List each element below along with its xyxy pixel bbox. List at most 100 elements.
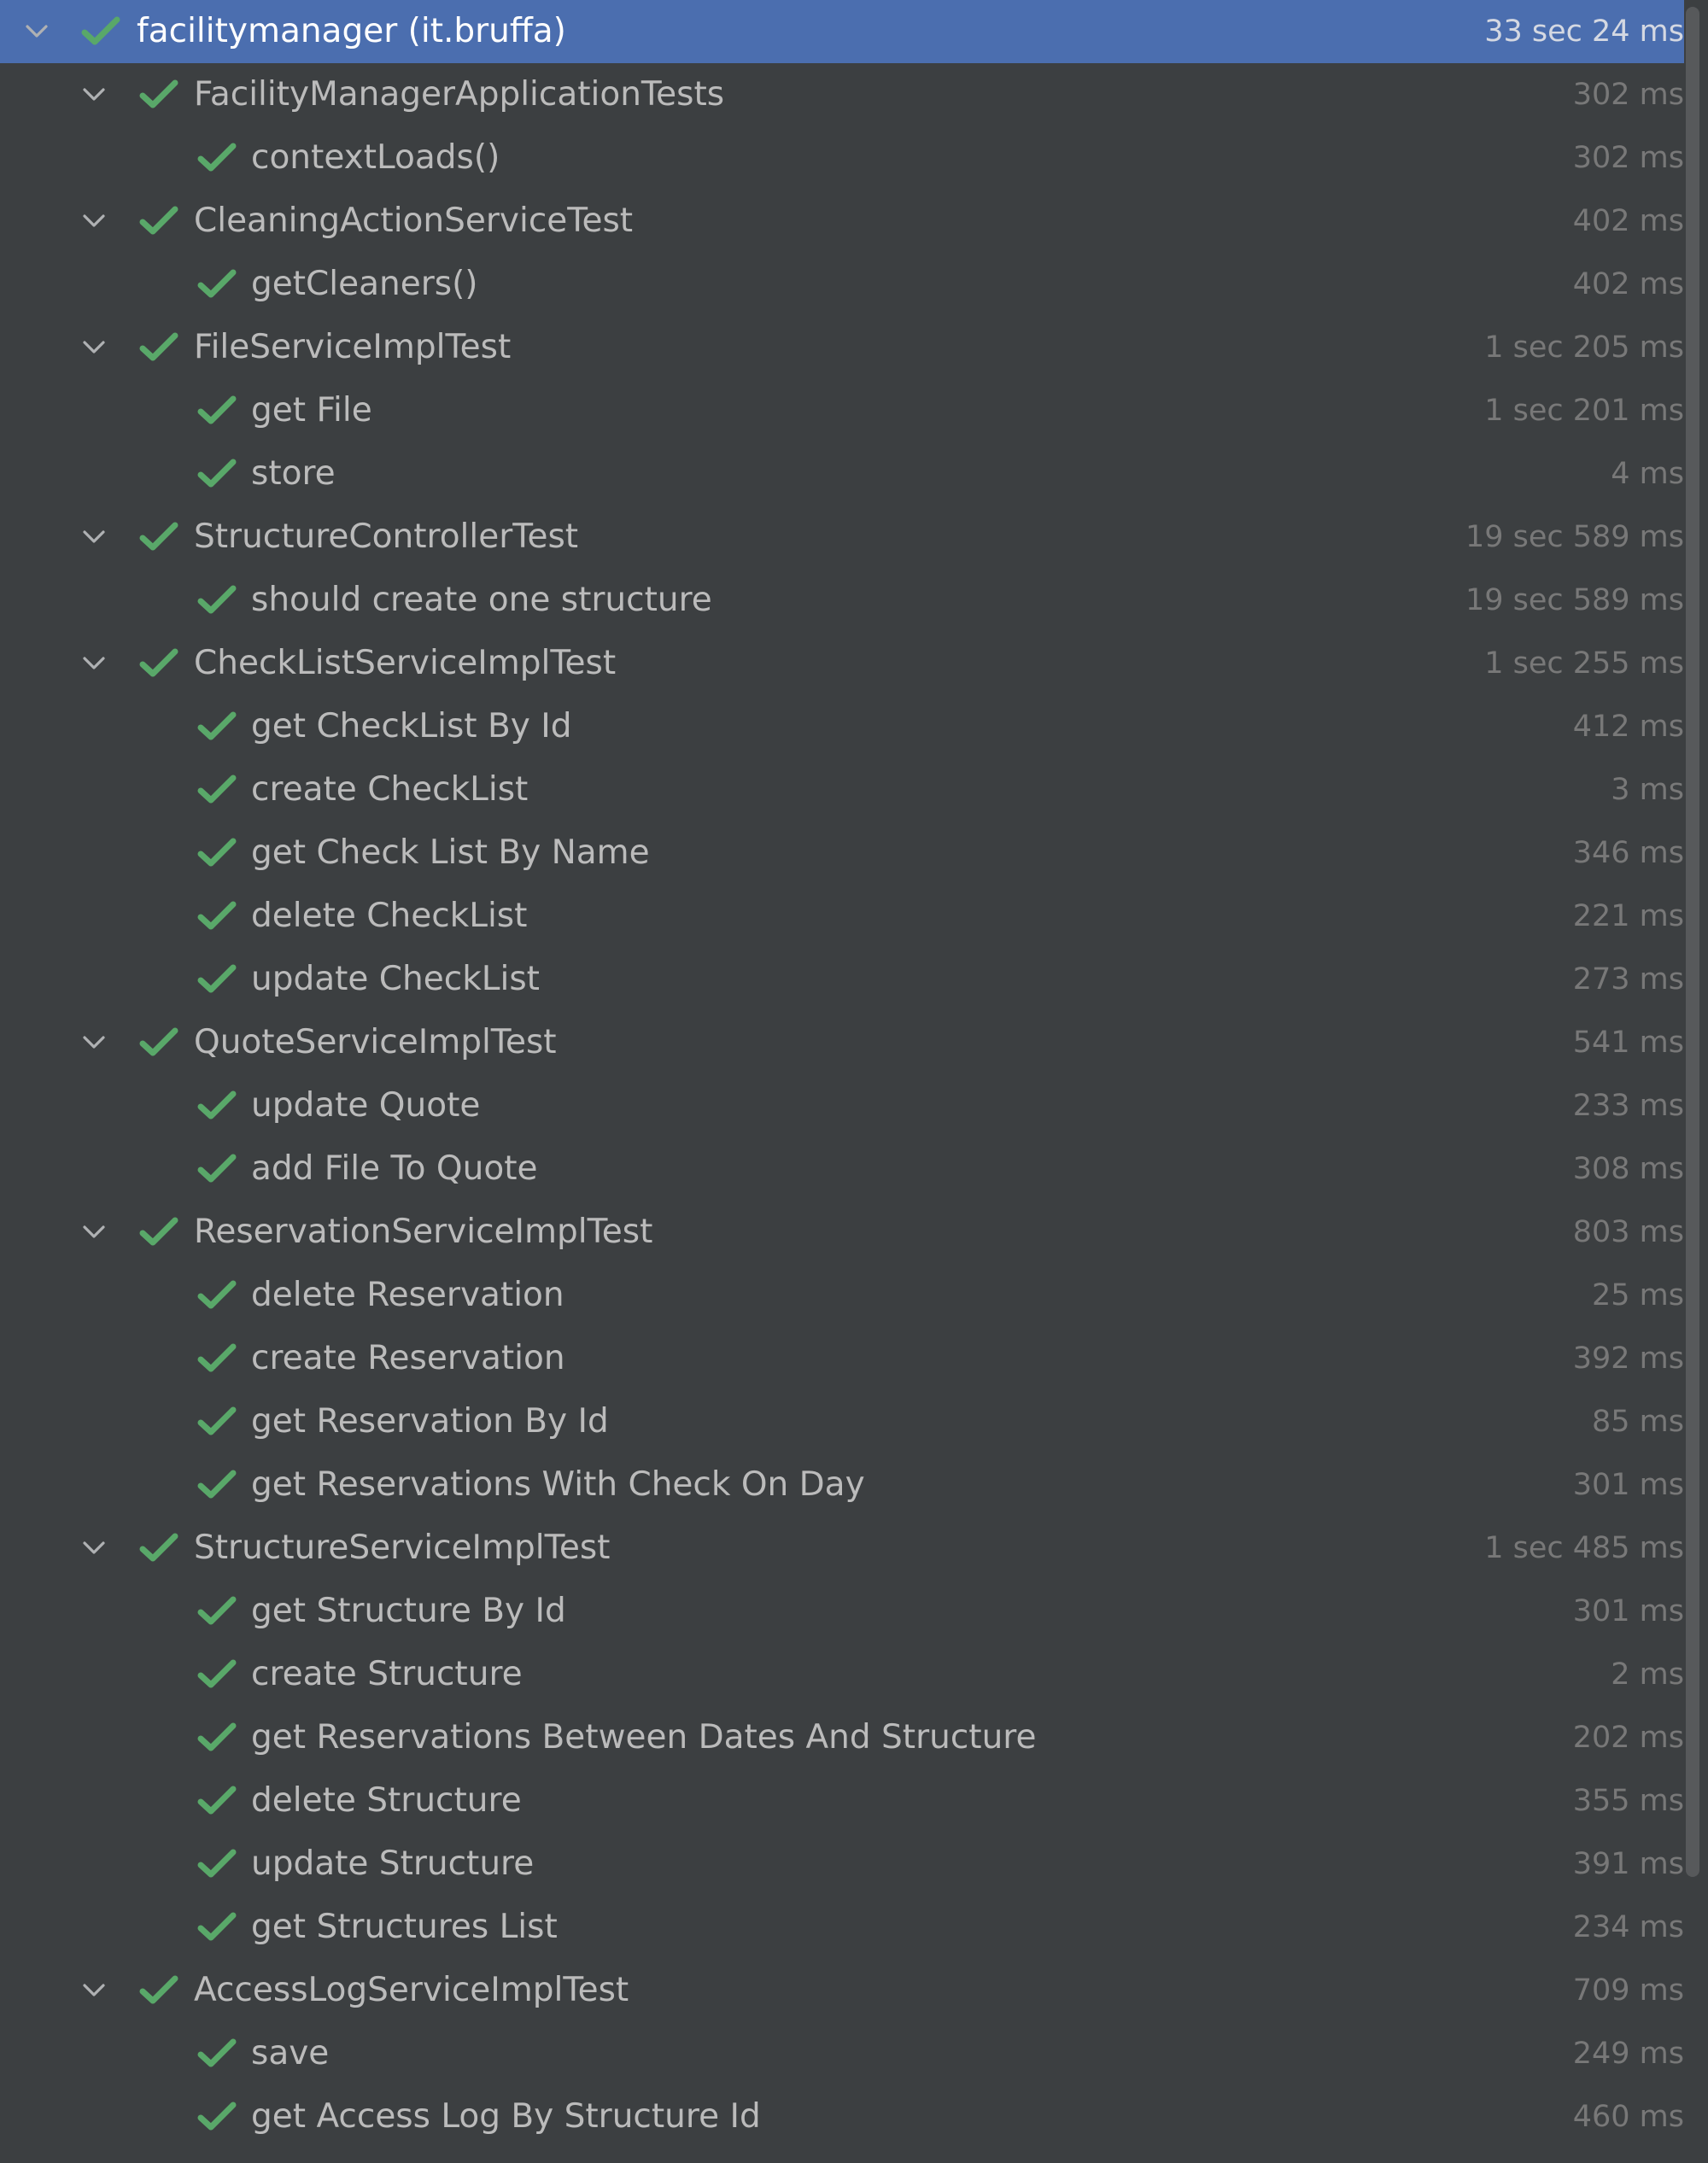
test-duration: 301 ms xyxy=(1572,1468,1684,1502)
test-method-row[interactable]: contextLoads() 302 ms xyxy=(0,126,1684,190)
test-name: CleaningActionServiceTest xyxy=(194,202,634,240)
test-method-row[interactable]: create CheckList 3 ms xyxy=(0,758,1684,821)
check-icon xyxy=(196,1657,237,1692)
test-method-row[interactable]: store 4 ms xyxy=(0,442,1684,506)
chevron-down-icon[interactable] xyxy=(76,330,112,365)
chevron-down-icon[interactable] xyxy=(19,14,55,50)
check-icon xyxy=(196,2099,237,2135)
test-duration: 1 sec 205 ms xyxy=(1484,330,1684,365)
test-duration: 234 ms xyxy=(1572,1910,1684,1944)
check-icon xyxy=(196,962,237,997)
test-method-row[interactable]: delete Reservation 25 ms xyxy=(0,1264,1684,1327)
test-duration: 392 ms xyxy=(1572,1342,1684,1376)
test-duration: 355 ms xyxy=(1572,1784,1684,1818)
check-icon xyxy=(196,898,237,934)
test-name: get Reservation By Id xyxy=(251,1402,609,1441)
test-name: ReservationServiceImplTest xyxy=(194,1213,653,1251)
test-method-row[interactable]: delete CheckList 221 ms xyxy=(0,885,1684,948)
test-method-row[interactable]: update Quote 233 ms xyxy=(0,1074,1684,1137)
test-class-row[interactable]: AccessLogServiceImplTest 709 ms xyxy=(0,1959,1684,2022)
test-tree: facilitymanager (it.bruffa) 33 sec 24 ms… xyxy=(0,0,1684,2148)
test-name: get Access Log By Structure Id xyxy=(251,2097,761,2136)
chevron-down-icon[interactable] xyxy=(76,77,112,113)
scrollbar-thumb[interactable] xyxy=(1686,7,1699,1877)
test-method-row[interactable]: get Reservation By Id 85 ms xyxy=(0,1390,1684,1453)
test-duration: 19 sec 589 ms xyxy=(1465,583,1684,617)
test-class-row[interactable]: ReservationServiceImplTest 803 ms xyxy=(0,1201,1684,1264)
test-class-row[interactable]: QuoteServiceImplTest 541 ms xyxy=(0,1011,1684,1074)
test-class-row[interactable]: StructureControllerTest 19 sec 589 ms xyxy=(0,506,1684,569)
test-name: get Reservations With Check On Day xyxy=(251,1465,865,1504)
chevron-down-icon[interactable] xyxy=(76,1530,112,1566)
test-name: get File xyxy=(251,391,372,430)
test-method-row[interactable]: get Structures List 234 ms xyxy=(0,1896,1684,1959)
test-method-row[interactable]: get Reservations Between Dates And Struc… xyxy=(0,1706,1684,1769)
test-duration: 233 ms xyxy=(1572,1089,1684,1123)
test-name: create CheckList xyxy=(251,770,529,809)
test-method-row[interactable]: should create one structure 19 sec 589 m… xyxy=(0,569,1684,632)
test-method-row[interactable]: update CheckList 273 ms xyxy=(0,948,1684,1011)
chevron-down-icon[interactable] xyxy=(76,519,112,555)
test-duration: 402 ms xyxy=(1572,204,1684,238)
test-duration: 391 ms xyxy=(1572,1847,1684,1881)
check-icon xyxy=(196,1467,237,1503)
test-duration: 412 ms xyxy=(1572,710,1684,744)
check-icon xyxy=(138,646,179,681)
test-class-row[interactable]: FileServiceImplTest 1 sec 205 ms xyxy=(0,316,1684,379)
test-method-row[interactable]: get Structure By Id 301 ms xyxy=(0,1580,1684,1643)
test-duration: 249 ms xyxy=(1572,2037,1684,2071)
test-name: CheckListServiceImplTest xyxy=(194,644,617,682)
test-name: AccessLogServiceImplTest xyxy=(194,1971,629,2009)
test-duration: 221 ms xyxy=(1572,899,1684,933)
test-name: get Structures List xyxy=(251,1908,558,1946)
chevron-down-icon[interactable] xyxy=(76,1025,112,1061)
test-name: delete Reservation xyxy=(251,1276,564,1314)
chevron-down-icon[interactable] xyxy=(76,1973,112,2008)
test-class-row[interactable]: CleaningActionServiceTest 402 ms xyxy=(0,190,1684,253)
test-duration: 302 ms xyxy=(1572,141,1684,175)
check-icon xyxy=(196,1088,237,1124)
test-name: QuoteServiceImplTest xyxy=(194,1023,557,1061)
test-duration: 25 ms xyxy=(1592,1278,1684,1312)
test-method-row[interactable]: add File To Quote 308 ms xyxy=(0,1137,1684,1201)
check-icon xyxy=(196,1846,237,1882)
chevron-down-icon[interactable] xyxy=(76,646,112,681)
test-method-row[interactable]: get File 1 sec 201 ms xyxy=(0,379,1684,442)
check-icon xyxy=(196,1720,237,1756)
test-method-row[interactable]: getCleaners() 402 ms xyxy=(0,253,1684,316)
check-icon xyxy=(196,393,237,429)
test-name: add File To Quote xyxy=(251,1149,538,1188)
test-method-row[interactable]: create Reservation 392 ms xyxy=(0,1327,1684,1390)
test-method-row[interactable]: delete Structure 355 ms xyxy=(0,1769,1684,1833)
test-method-row[interactable]: get Reservations With Check On Day 301 m… xyxy=(0,1453,1684,1517)
test-duration: 273 ms xyxy=(1572,962,1684,997)
test-results-panel: facilitymanager (it.bruffa) 33 sec 24 ms… xyxy=(0,0,1708,2163)
check-icon xyxy=(196,1909,237,1945)
test-duration: 19 sec 589 ms xyxy=(1465,520,1684,554)
check-icon xyxy=(196,1593,237,1629)
check-icon xyxy=(196,140,237,176)
chevron-down-icon[interactable] xyxy=(76,1214,112,1250)
test-class-row[interactable]: FacilityManagerApplicationTests 302 ms xyxy=(0,63,1684,126)
test-name: store xyxy=(251,454,336,493)
test-class-row[interactable]: CheckListServiceImplTest 1 sec 255 ms xyxy=(0,632,1684,695)
test-method-row[interactable]: get Check List By Name 346 ms xyxy=(0,821,1684,885)
test-method-row[interactable]: save 249 ms xyxy=(0,2022,1684,2085)
test-method-row[interactable]: update Structure 391 ms xyxy=(0,1833,1684,1896)
test-method-row[interactable]: create Structure 2 ms xyxy=(0,1643,1684,1706)
test-tree-root[interactable]: facilitymanager (it.bruffa) 33 sec 24 ms xyxy=(0,0,1684,63)
test-name: should create one structure xyxy=(251,581,712,619)
test-class-row[interactable]: StructureServiceImplTest 1 sec 485 ms xyxy=(0,1517,1684,1580)
test-name: get CheckList By Id xyxy=(251,707,572,745)
test-duration: 346 ms xyxy=(1572,836,1684,870)
check-icon xyxy=(196,772,237,808)
check-icon xyxy=(196,1277,237,1313)
test-method-row[interactable]: get CheckList By Id 412 ms xyxy=(0,695,1684,758)
test-duration: 4 ms xyxy=(1611,457,1684,491)
test-duration: 2 ms xyxy=(1611,1657,1684,1692)
test-method-row[interactable]: get Access Log By Structure Id 460 ms xyxy=(0,2085,1684,2148)
chevron-down-icon[interactable] xyxy=(76,203,112,239)
check-icon xyxy=(196,835,237,871)
check-icon xyxy=(196,1404,237,1440)
vertical-scrollbar[interactable] xyxy=(1684,0,1703,2163)
